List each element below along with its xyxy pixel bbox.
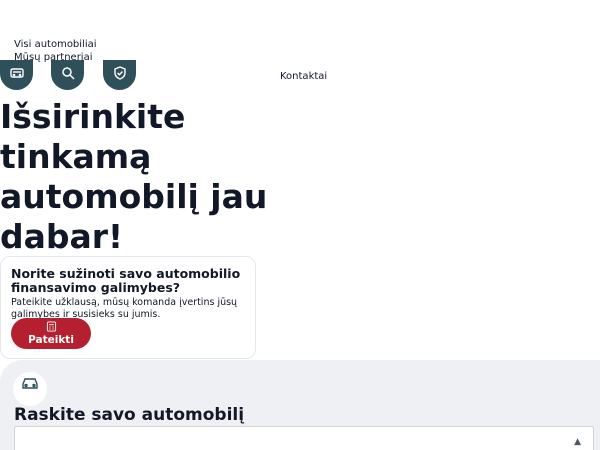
chevron-up-icon[interactable]: ▲ [574, 437, 581, 447]
car-select[interactable]: ▲ [14, 426, 594, 450]
calculator-icon [46, 321, 56, 332]
hero-title: Išsirinkite tinkamą automobilį jau dabar… [0, 97, 268, 256]
nav-link-contacts[interactable]: Kontaktai [280, 71, 327, 82]
finance-card: Norite sužinoti savo automobilio finansa… [0, 256, 256, 359]
car-icon [13, 372, 47, 406]
car-icon[interactable] [0, 60, 33, 90]
nav-link-all-cars[interactable]: Visi automobiliai [14, 38, 97, 51]
shield-check-icon[interactable] [103, 60, 136, 90]
finance-card-title: Norite sužinoti savo automobilio finansa… [11, 266, 241, 295]
search-car-icon[interactable] [51, 60, 84, 90]
submit-button[interactable]: Pateikti [11, 318, 91, 349]
search-section: Raskite savo automobilį ▲ [0, 360, 600, 450]
submit-button-label: Pateikti [28, 334, 74, 346]
search-title: Raskite savo automobilį [14, 405, 245, 425]
